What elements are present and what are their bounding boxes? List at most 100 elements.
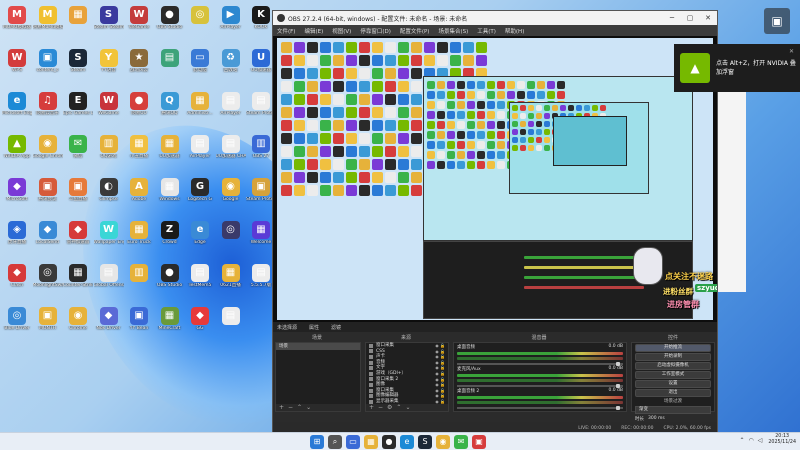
desktop-icon[interactable]: Q 腾讯QQ bbox=[155, 90, 185, 126]
wifi-icon[interactable]: ◠ bbox=[748, 437, 753, 444]
desktop-icon[interactable]: ▲ NVIDIA App bbox=[2, 133, 32, 169]
desktop-icon[interactable]: ◉Google Chrome bbox=[33, 133, 63, 169]
desktop-icon[interactable]: ▤ bbox=[216, 305, 246, 341]
menu-item[interactable]: 工具(T) bbox=[477, 27, 496, 35]
taskbar-app-icon[interactable]: ● bbox=[382, 435, 396, 449]
desktop-icon[interactable]: ▣ content_s bbox=[33, 47, 63, 83]
minimize-button[interactable]: ─ bbox=[663, 11, 681, 25]
desktop-icon[interactable]: ▦ Administr... bbox=[185, 90, 215, 126]
desktop-corner-app-icon[interactable]: ▣ bbox=[764, 8, 790, 34]
taskbar-app-icon[interactable]: ▣ bbox=[472, 435, 486, 449]
desktop-icon[interactable]: ▣ YY Bean bbox=[124, 305, 154, 341]
desktop-icon[interactable]: ▥ QQ游戏 bbox=[94, 133, 124, 169]
desktop-icon[interactable]: ▦ Counter-Strike bbox=[63, 262, 93, 298]
taskbar-app-icon[interactable]: ◉ bbox=[436, 435, 450, 449]
desktop-icon[interactable]: ◆ MicroSoft bbox=[2, 176, 32, 212]
desktop-icon[interactable]: ◆ Nox Driver bbox=[94, 305, 124, 341]
desktop-icon[interactable]: ✉ 微信 bbox=[63, 133, 93, 169]
desktop-icon[interactable]: ▤ AirPlayer bbox=[216, 90, 246, 126]
desktop-icon[interactable]: e Microsoft Edge bbox=[2, 90, 32, 126]
desktop-icon[interactable]: G Logitech G bbox=[185, 176, 215, 212]
control-button[interactable]: 开始录制 bbox=[635, 353, 711, 361]
taskbar-app-icon[interactable]: ▦ bbox=[364, 435, 378, 449]
desktop-icon[interactable]: ◆ Clash bbox=[2, 262, 32, 298]
menu-item[interactable]: 视图(V) bbox=[332, 27, 351, 35]
desktop-icon[interactable]: ● 网易UU bbox=[124, 90, 154, 126]
desktop-icon[interactable]: ◆ 雷神加速器 bbox=[63, 219, 93, 255]
menu-item[interactable]: 帮助(H) bbox=[505, 27, 524, 35]
filters-button[interactable]: 滤镜 bbox=[331, 324, 341, 331]
desktop-icon[interactable]: ▦ Euro Truck bbox=[124, 219, 154, 255]
close-button[interactable]: ✕ bbox=[699, 11, 717, 25]
desktop-icon[interactable]: ▣ 腾讯会议 bbox=[33, 176, 63, 212]
control-button[interactable]: 开始推流 bbox=[635, 344, 711, 352]
desktop-icon[interactable]: ● OBS Studio bbox=[155, 262, 185, 298]
control-button[interactable]: 工作室模式 bbox=[635, 371, 711, 379]
transition-select[interactable]: 渐变 bbox=[635, 406, 711, 414]
clock[interactable]: 20:13 2025/11/24 bbox=[768, 434, 796, 446]
desktop-icon[interactable]: ◆ GG bbox=[185, 305, 215, 341]
control-button[interactable]: 启动虚拟摄像机 bbox=[635, 362, 711, 370]
obs-window[interactable]: OBS 27.2.4 (64-bit, windows) - 配置文件: 未命名… bbox=[272, 10, 718, 435]
desktop-icon[interactable]: ▤UU加速器 CHAT bbox=[216, 133, 246, 169]
obs-preview[interactable]: 点关注不迷路 进粉丝群 szyudiii 进房管群 bbox=[273, 36, 717, 322]
desktop-icon[interactable]: ◉ Chrome bbox=[63, 305, 93, 341]
obs-titlebar[interactable]: OBS 27.2.4 (64-bit, windows) - 配置文件: 未命名… bbox=[273, 11, 717, 25]
desktop-icon[interactable]: M 网易MuMu模拟 bbox=[33, 4, 63, 40]
desktop-icon[interactable]: ▶ AirPlayer bbox=[216, 4, 246, 40]
desktop-icon[interactable]: ▦ bbox=[63, 4, 93, 40]
desktop-icon[interactable]: ▦ Windows bbox=[155, 176, 185, 212]
desktop-icon[interactable]: ▣ MONTH bbox=[33, 305, 63, 341]
desktop-icon[interactable]: ◉ Google bbox=[216, 176, 246, 212]
desktop-icon[interactable]: S Steam bbox=[63, 47, 93, 83]
nvidia-toast[interactable]: ▲ 点击 Alt+Z，打开 NVIDIA 叠 加浮窗 ✕ bbox=[674, 44, 800, 92]
control-button[interactable]: 退出 bbox=[635, 389, 711, 397]
desktop-icon[interactable]: ▦ 小丑直播 bbox=[124, 133, 154, 169]
taskbar-app-icon[interactable]: ⊞ bbox=[310, 435, 324, 449]
desktop-icon[interactable]: ◈ 虎牙直播 bbox=[2, 219, 32, 255]
desktop-icon[interactable]: ◎ Blue Driver bbox=[2, 305, 32, 341]
sources-toolbar[interactable]: +−⚙⌃⌄ bbox=[366, 404, 448, 411]
desktop-icon[interactable]: W WPS bbox=[2, 47, 32, 83]
menu-item[interactable]: 场景集合(S) bbox=[438, 27, 468, 35]
taskbar-app-icon[interactable]: S bbox=[418, 435, 432, 449]
volume-slider[interactable] bbox=[457, 406, 623, 410]
desktop-icon[interactable]: ▤Global Offensive bbox=[94, 262, 124, 298]
desktop-icon[interactable]: ◐ Glimpse bbox=[94, 176, 124, 212]
desktop-icon[interactable]: ● OBS Studio bbox=[155, 4, 185, 40]
desktop-icon[interactable]: W WeGame bbox=[124, 4, 154, 40]
desktop-icon[interactable]: e Edge bbox=[185, 219, 215, 255]
scenes-toolbar[interactable]: +−⌃⌄ bbox=[276, 404, 360, 411]
desktop-icon[interactable]: EEpic Games Launcher bbox=[63, 90, 93, 126]
chevron-up-icon[interactable]: ⌃ bbox=[739, 437, 744, 444]
taskbar-app-icon[interactable]: e bbox=[400, 435, 414, 449]
desktop-icon[interactable]: Z Crowd bbox=[155, 219, 185, 255]
desktop-icon[interactable]: ◎ bbox=[185, 4, 215, 40]
properties-button[interactable]: 属性 bbox=[309, 324, 319, 331]
desktop-icon[interactable]: ▤ TestMem5 bbox=[185, 262, 215, 298]
desktop-icon[interactable]: ▤ AirPlayer bbox=[185, 133, 215, 169]
control-button[interactable]: 设置 bbox=[635, 380, 711, 388]
desktop-icon[interactable]: ▤ bbox=[155, 47, 185, 83]
desktop-icon[interactable]: ▭ 此电脑 bbox=[185, 47, 215, 83]
taskbar-app-icon[interactable]: ✉ bbox=[454, 435, 468, 449]
desktop-icon[interactable]: ▦ MineCraft bbox=[155, 305, 185, 341]
desktop-icon[interactable]: ▣ 斗鱼直播 bbox=[63, 176, 93, 212]
desktop-icon[interactable]: ★ 战地风云 bbox=[124, 47, 154, 83]
desktop-icon[interactable]: WWallpaper Engine bbox=[94, 219, 124, 255]
maximize-button[interactable]: ▢ bbox=[681, 11, 699, 25]
desktop-icon[interactable]: ▦ UU加速器 bbox=[155, 133, 185, 169]
desktop-icon[interactable]: ▥ bbox=[124, 262, 154, 298]
desktop-icon[interactable]: ♫ 网易云音乐 bbox=[33, 90, 63, 126]
desktop-icon[interactable]: M MUMU模拟器 bbox=[2, 4, 32, 40]
menu-item[interactable]: 文件(F) bbox=[277, 27, 295, 35]
desktop-icon[interactable]: A Adobe bbox=[124, 176, 154, 212]
desktop-icon[interactable]: SSteam Steam Deck bbox=[94, 4, 124, 40]
menu-item[interactable]: 配置文件(P) bbox=[400, 27, 430, 35]
scene-item[interactable]: 场景 bbox=[276, 343, 360, 350]
desktop-icon[interactable]: ▦ 0621直播 bbox=[216, 262, 246, 298]
desktop-icon[interactable]: ♻ 回收站 bbox=[216, 47, 246, 83]
desktop-icon[interactable]: ◎ bbox=[216, 219, 246, 255]
toast-close-icon[interactable]: ✕ bbox=[789, 48, 794, 55]
taskbar-app-icon[interactable]: ⌕ bbox=[328, 435, 342, 449]
